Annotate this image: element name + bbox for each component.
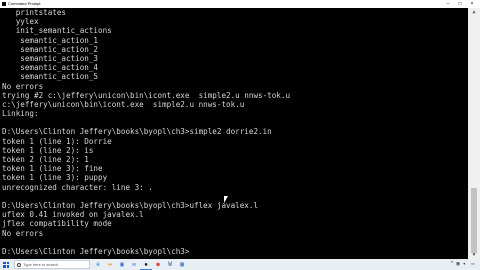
taskbar: Type here to search e ▬ ▣ ✉ ▪ ● W ▦ ^ ▦ ◂ ▭ [0, 259, 480, 270]
console-line: jflex compatibility mode [2, 219, 112, 229]
windows-logo-icon [3, 261, 9, 268]
notifications-icon[interactable]: ▭ [470, 259, 476, 270]
chrome-icon[interactable]: ● [152, 259, 164, 270]
window-titlebar[interactable]: Command Prompt – □ × [0, 0, 480, 8]
console-line: c:\jeffery\unicon\bin\icont.exe simple2.… [2, 99, 245, 109]
console-line: semantic_action_1 [2, 35, 99, 45]
console-output[interactable]: printstates yylex init_semantic_actions … [2, 8, 462, 259]
store-icon[interactable]: ▣ [116, 259, 128, 270]
console-line: token 1 (line 3): puppy [2, 173, 108, 183]
search-placeholder: Type here to search [23, 262, 59, 267]
console-line: semantic_action_5 [2, 72, 99, 82]
console-line: unrecognized character: line 3: . [2, 182, 153, 192]
system-tray: ^ ▦ ◂ ▭ [449, 259, 476, 270]
console-line: token 1 (line 2): is [2, 145, 94, 155]
console-line: Linking: [2, 109, 39, 119]
scrollbar-thumb[interactable] [471, 188, 477, 253]
console-line: semantic_action_2 [2, 44, 99, 54]
console-line: token 1 (line 3): fine [2, 164, 103, 174]
volume-icon[interactable]: ◂ [461, 259, 467, 270]
folder-icon[interactable]: ▬ [104, 259, 116, 270]
console-line: uflex 0.41 invoked on javalex.l [2, 210, 144, 220]
start-button[interactable] [0, 259, 12, 270]
mouse-pointer-icon [224, 196, 228, 203]
console-line: token 2 (line 2): 1 [2, 155, 89, 164]
console-line: trying #2 c:\jeffery\unicon\bin\icont.ex… [2, 90, 291, 100]
edge-icon[interactable]: e [92, 259, 104, 270]
console-line: init_semantic_actions [2, 26, 112, 36]
mail-icon[interactable]: ✉ [128, 259, 140, 270]
console-line: No errors [2, 81, 44, 91]
command-prompt-icon [2, 2, 6, 6]
console-line: D:\Users\Clinton Jeffery\books\byopl\ch3… [2, 246, 190, 256]
scroll-up-icon[interactable]: ▲ [470, 9, 478, 15]
console-line: D:\Users\Clinton Jeffery\books\byopl\ch3… [2, 127, 272, 137]
console-scrollbar[interactable]: ▲ ▼ [468, 8, 480, 259]
console-line: printstates [2, 8, 67, 17]
taskbar-search-input[interactable]: Type here to search [14, 260, 90, 269]
console-line: token 1 (line 1): Dorrie [2, 136, 112, 146]
window-title: Command Prompt [8, 1, 41, 6]
taskbar-apps: e ▬ ▣ ✉ ▪ ● W ▦ [92, 259, 188, 270]
minimize-icon[interactable]: – [442, 0, 454, 8]
terminal-icon[interactable]: ▪ [140, 259, 152, 270]
scroll-down-icon[interactable]: ▼ [470, 252, 478, 258]
console-line: yylex [2, 17, 39, 27]
console-line: semantic_action_4 [2, 63, 99, 73]
console-line: No errors [2, 228, 44, 238]
calendar-icon[interactable]: ▦ [176, 259, 188, 270]
console-line: D:\Users\Clinton Jeffery\books\byopl\ch3… [2, 200, 259, 210]
maximize-icon[interactable]: □ [454, 0, 466, 8]
search-icon [17, 263, 21, 267]
console-line: semantic_action_3 [2, 53, 99, 63]
word-icon[interactable]: W [164, 259, 176, 270]
close-icon[interactable]: × [466, 0, 478, 8]
window-controls: – □ × [442, 0, 478, 8]
